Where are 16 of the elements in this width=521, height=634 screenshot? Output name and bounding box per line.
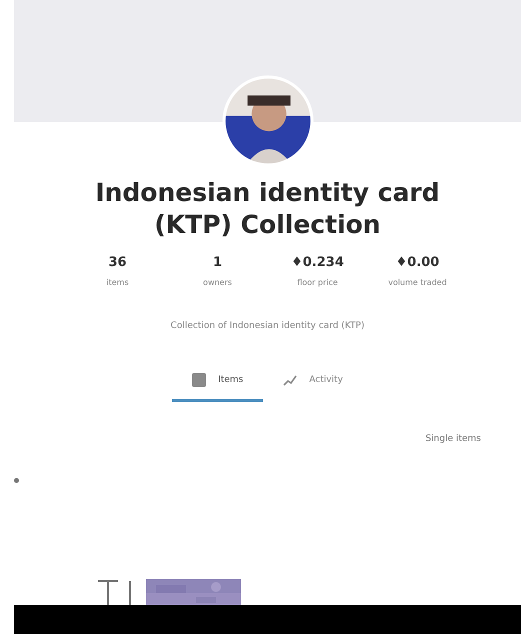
filter-label[interactable]: Single items [425,434,481,444]
stat-label: owners [203,278,232,287]
stat-value: 1 [212,255,222,270]
stat-label: items [106,278,129,287]
tab[interactable]: Items [172,367,264,402]
bullet-icon [14,478,19,483]
stat-value: ♦0.00 [396,255,440,270]
stat-label: volume traded [388,278,447,287]
collection-description: Collection of Indonesian identity card (KTP) [170,321,364,331]
grid-icon [192,373,206,387]
stat-value: ♦0.234 [291,255,344,270]
line-chart-icon [283,373,298,387]
collection-title: Indonesian identity card (KTP) Collection [94,177,441,241]
stat-label: floor price [297,278,338,287]
stat-value: 36 [108,255,127,270]
tab[interactable]: Activity [263,367,363,402]
